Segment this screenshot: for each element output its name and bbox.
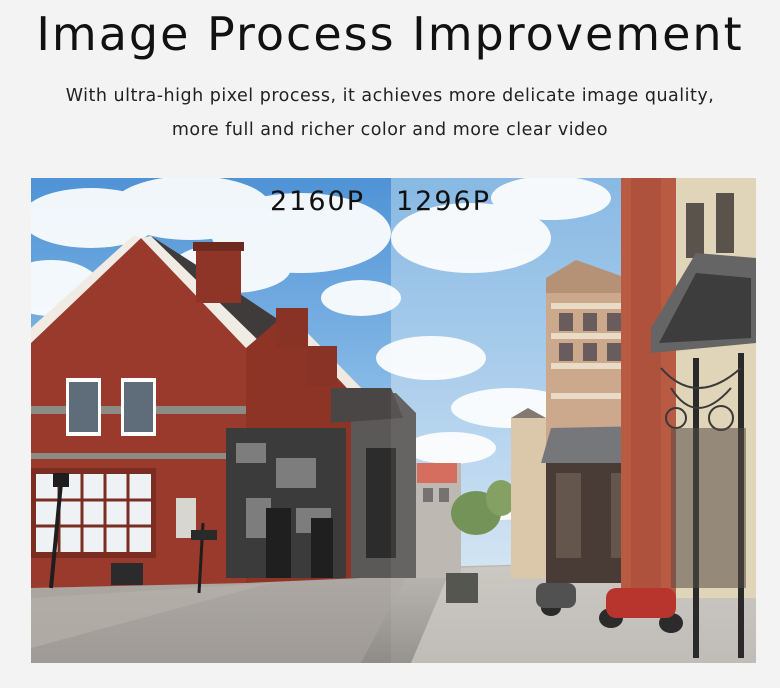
description-line-1: With ultra-high pixel process, it achiev… [65, 86, 715, 106]
description-line-2: more full and richer color and more clea… [171, 120, 609, 140]
label-2160p: 2160P [270, 186, 365, 217]
label-1296p: 1296P [396, 186, 491, 217]
headline: Image Process Improvement [36, 7, 744, 61]
resolution-comparison-photo [31, 178, 756, 663]
product-feature-page: Image Process Improvement With ultra-hig… [0, 0, 780, 688]
